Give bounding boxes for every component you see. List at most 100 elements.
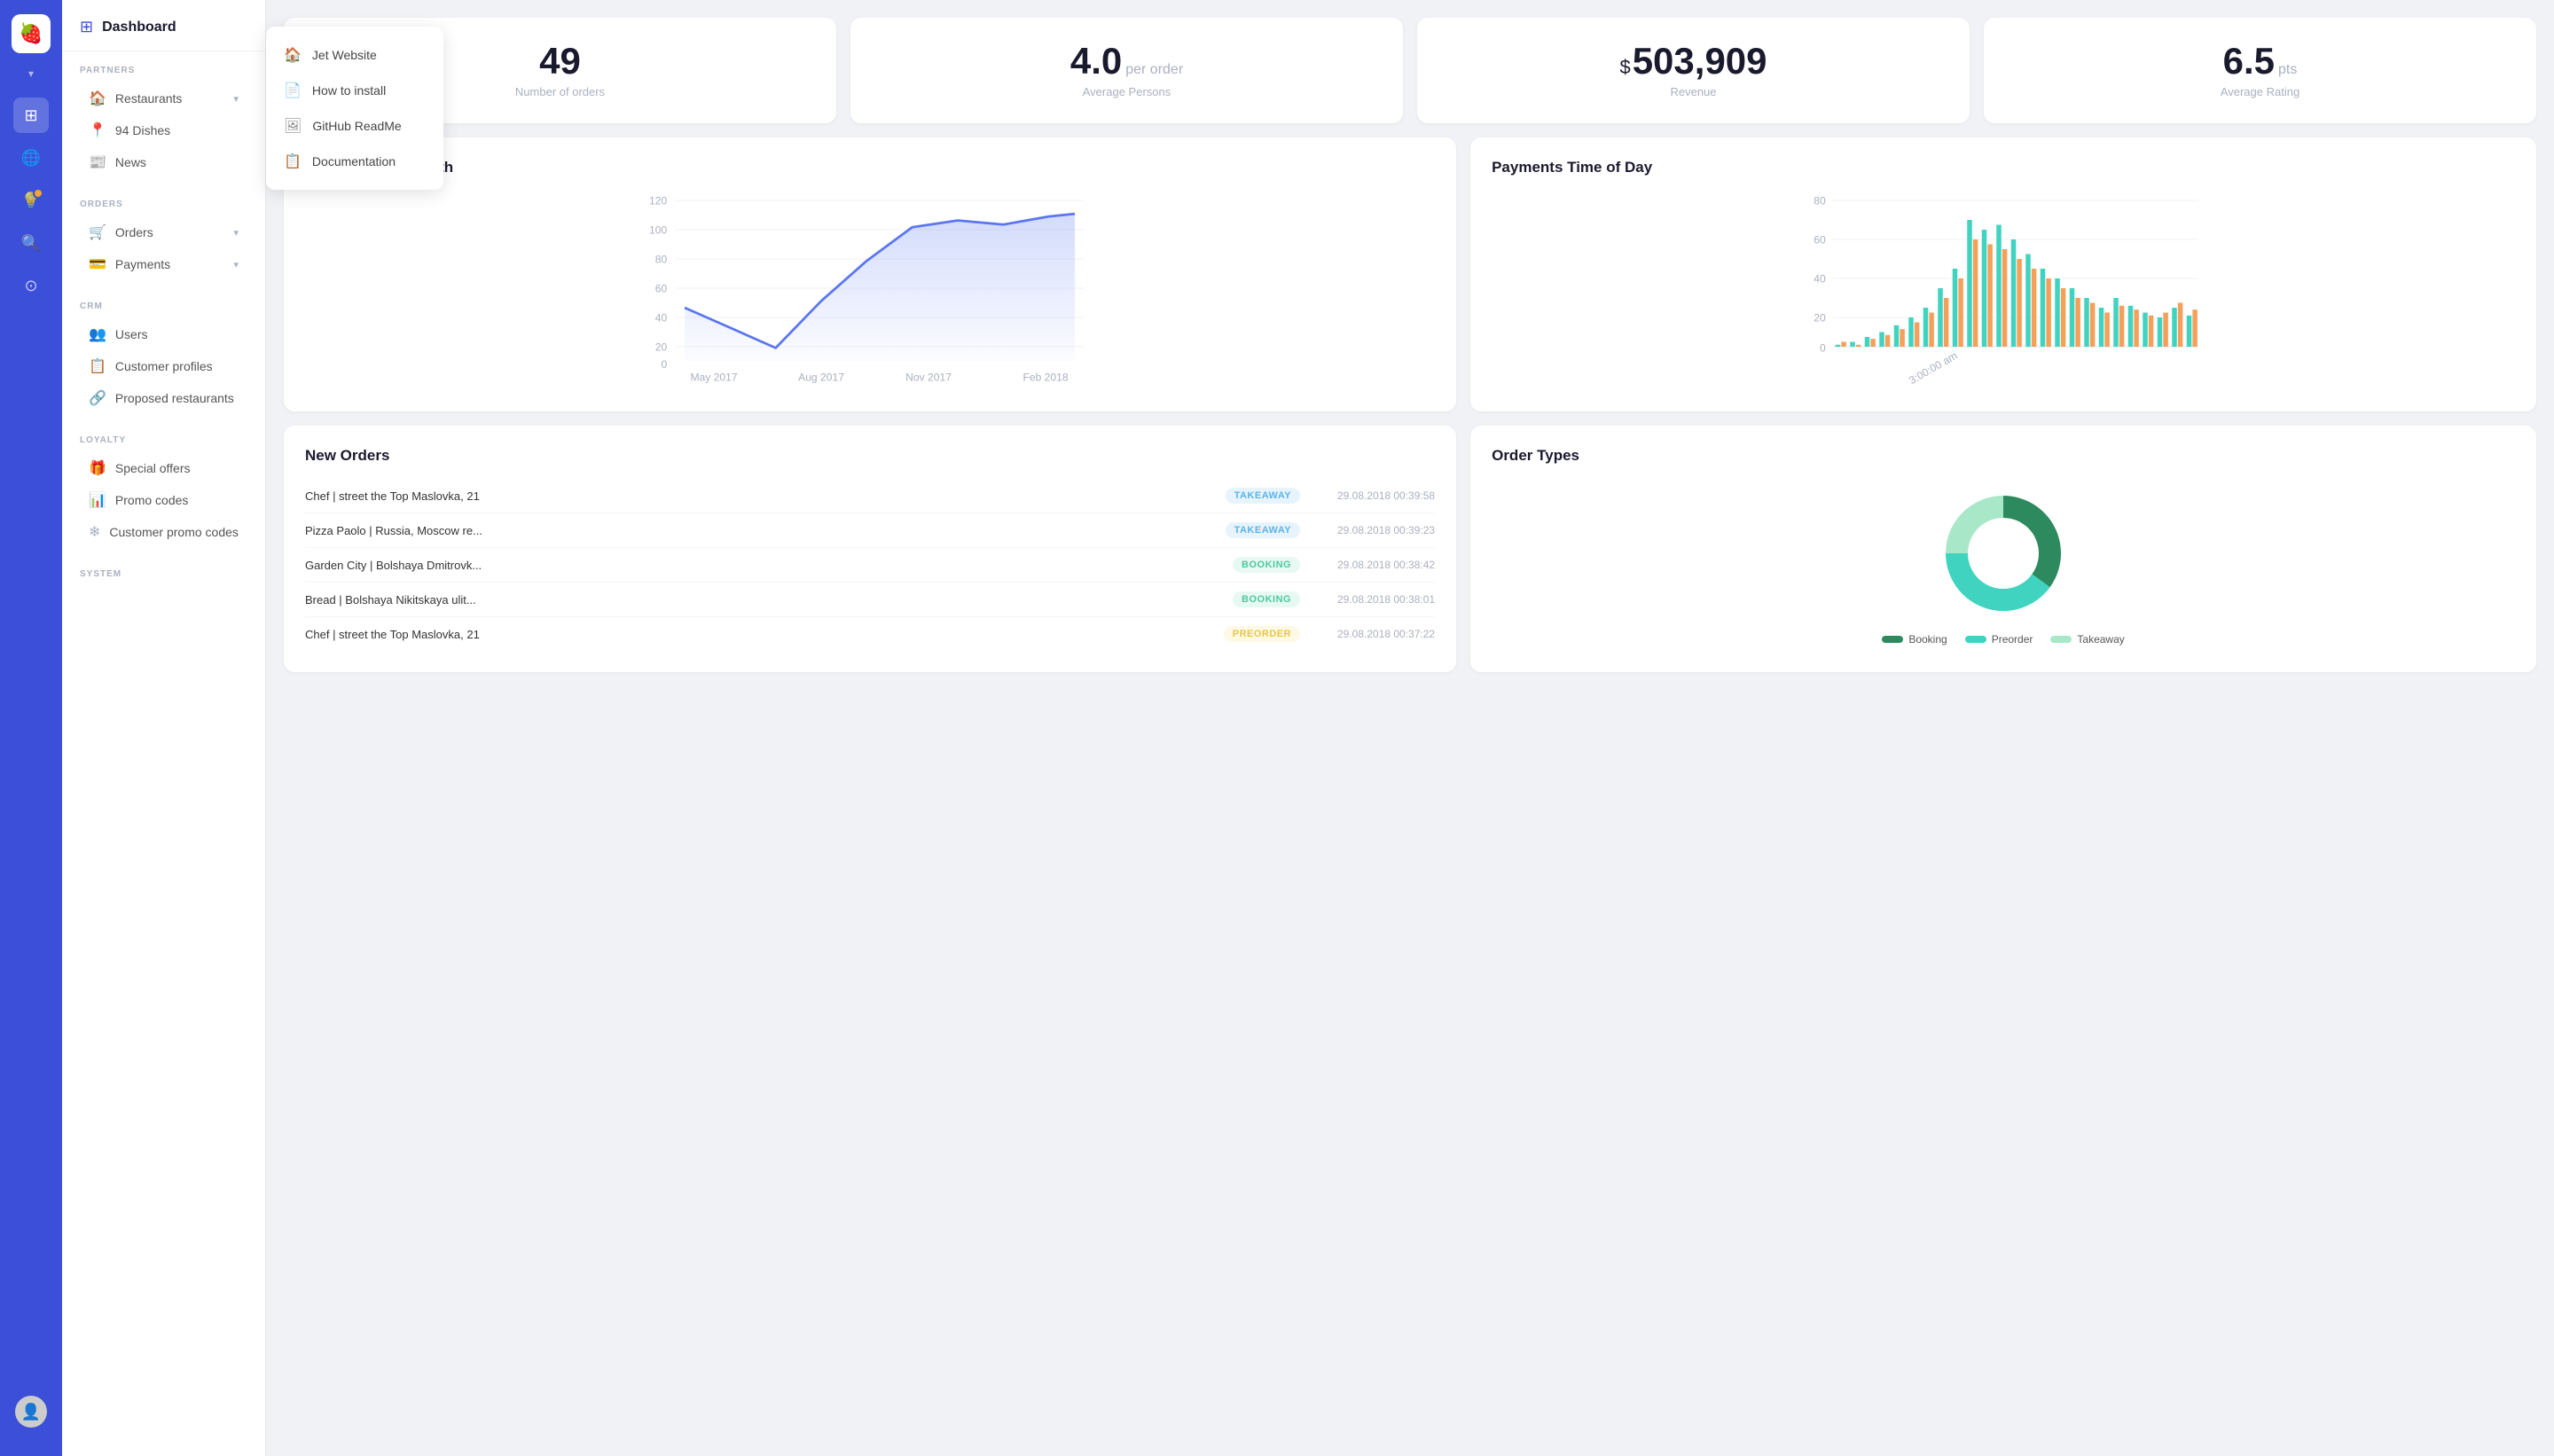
payments-per-month-chart: 120 100 80 60 40 20 0 [305, 191, 1435, 386]
svg-text:80: 80 [1814, 194, 1826, 207]
payments-per-month-title: Payments per Month [305, 159, 1435, 176]
sidebar-section-orders: ORDERS 🛒 Orders ▾ 💳 Payments ▾ [62, 185, 265, 287]
order-name-2: Pizza Paolo | Russia, Moscow re... [305, 524, 1215, 537]
rating-label: Average Rating [2221, 85, 2299, 98]
revenue-prefix: $ [1619, 56, 1630, 79]
rating-number: 6.5 [2223, 43, 2275, 80]
svg-text:3:00:00 am: 3:00:00 am [1907, 349, 1959, 387]
orders-label-stat: Number of orders [515, 85, 605, 98]
order-badge-1: TAKEAWAY [1226, 488, 1301, 504]
order-time-1: 29.08.2018 00:39:58 [1311, 489, 1435, 502]
orders-number: 49 [539, 43, 581, 80]
new-orders-card: New Orders Chef | street the Top Maslovk… [284, 426, 1456, 672]
dishes-label: 94 Dishes [115, 123, 170, 137]
takeaway-label: Takeaway [2077, 633, 2124, 646]
svg-text:Aug 2017: Aug 2017 [798, 372, 844, 384]
news-label: News [115, 155, 146, 169]
revenue-label: Revenue [1670, 85, 1716, 98]
payments-time-title: Payments Time of Day [1492, 159, 2515, 176]
order-badge-3: BOOKING [1233, 557, 1300, 573]
sidebar-header: ⊞ Dashboard [62, 0, 265, 51]
payments-chevron-icon: ▾ [233, 259, 239, 270]
bottom-row: New Orders Chef | street the Top Maslovk… [284, 426, 2536, 672]
rail-toggle-icon[interactable]: ⊙ [13, 268, 49, 303]
app-logo: 🍓 [12, 14, 51, 53]
sidebar-item-customer-promo[interactable]: ❄ Customer promo codes [80, 516, 247, 548]
legend-preorder: Preorder [1965, 633, 2033, 646]
rail-alert-icon[interactable]: 💡 [13, 183, 49, 218]
sidebar-item-users[interactable]: 👥 Users [80, 318, 247, 350]
order-name-4: Bread | Bolshaya Nikitskaya ulit... [305, 593, 1222, 607]
svg-text:60: 60 [1814, 233, 1826, 246]
promo-codes-icon: 📊 [89, 491, 106, 509]
sidebar-item-orders[interactable]: 🛒 Orders ▾ [80, 216, 247, 248]
svg-text:20: 20 [655, 341, 668, 353]
proposed-restaurants-icon: 🔗 [89, 389, 106, 407]
sidebar-section-loyalty: LOYALTY 🎁 Special offers 📊 Promo codes ❄… [62, 421, 265, 555]
sidebar-item-dishes[interactable]: 📍 94 Dishes [80, 114, 247, 146]
svg-text:0: 0 [1820, 342, 1826, 355]
svg-text:Feb 2018: Feb 2018 [1022, 372, 1068, 384]
order-types-legend: Booking Preorder Takeaway [1882, 633, 2124, 646]
order-types-donut [1932, 482, 2074, 624]
rail-dashboard-icon[interactable]: ⊞ [13, 98, 49, 133]
sidebar-section-crm: CRM 👥 Users 📋 Customer profiles 🔗 Propos… [62, 287, 265, 421]
restaurants-icon: 🏠 [89, 90, 106, 107]
svg-text:20: 20 [1814, 311, 1826, 324]
crm-label: CRM [80, 301, 247, 311]
order-types-card: Order Types [1470, 426, 2536, 672]
sidebar-section-system: SYSTEM [62, 555, 265, 593]
partners-label: PARTNERS [80, 66, 247, 75]
icon-rail: 🍓 ▾ ⊞ 🌐 💡 🔍 ⊙ 👤 [0, 0, 62, 1456]
customer-profiles-label: Customer profiles [115, 359, 213, 373]
preorder-label: Preorder [1992, 633, 2033, 646]
svg-text:80: 80 [655, 253, 668, 265]
legend-takeaway: Takeaway [2050, 633, 2124, 646]
payments-icon: 💳 [89, 255, 106, 273]
restaurants-label: Restaurants [115, 91, 182, 106]
new-orders-title: New Orders [305, 447, 1435, 465]
special-offers-icon: 🎁 [89, 459, 106, 477]
order-types-title: Order Types [1492, 447, 1579, 465]
persons-sub: per order [1125, 62, 1183, 78]
order-row-4: Bread | Bolshaya Nikitskaya ulit... BOOK… [305, 583, 1435, 617]
sidebar-item-payments[interactable]: 💳 Payments ▾ [80, 248, 247, 280]
orders-label: Orders [115, 225, 153, 239]
svg-text:100: 100 [649, 223, 667, 236]
loyalty-label: LOYALTY [80, 435, 247, 445]
preorder-dot [1965, 636, 1986, 643]
sidebar-section-partners: PARTNERS 🏠 Restaurants ▾ 📍 94 Dishes 📰 N… [62, 51, 265, 185]
revenue-number: 503,909 [1633, 43, 1767, 80]
order-row-5: Chef | street the Top Maslovka, 21 PREOR… [305, 617, 1435, 651]
svg-text:0: 0 [662, 358, 668, 371]
news-icon: 📰 [89, 153, 106, 171]
payments-time-of-day-card: Payments Time of Day 80 60 40 20 0 [1470, 137, 2536, 411]
order-badge-4: BOOKING [1233, 591, 1300, 607]
order-time-4: 29.08.2018 00:38:01 [1311, 593, 1435, 606]
stat-card-persons: 4.0 per order Average Persons [850, 18, 1403, 123]
orders-icon: 🛒 [89, 223, 106, 241]
booking-label: Booking [1908, 633, 1947, 646]
svg-text:May 2017: May 2017 [690, 372, 737, 384]
rail-search-icon[interactable]: 🔍 [13, 225, 49, 261]
rail-chevron-icon[interactable]: ▾ [28, 67, 34, 80]
sidebar-item-proposed-restaurants[interactable]: 🔗 Proposed restaurants [80, 382, 247, 414]
sidebar-item-promo-codes[interactable]: 📊 Promo codes [80, 484, 247, 516]
sidebar-item-restaurants[interactable]: 🏠 Restaurants ▾ [80, 82, 247, 114]
svg-text:40: 40 [1814, 272, 1826, 285]
sidebar-item-special-offers[interactable]: 🎁 Special offers [80, 452, 247, 484]
stat-card-rating: 6.5 pts Average Rating [1984, 18, 2536, 123]
rail-globe-icon[interactable]: 🌐 [13, 140, 49, 176]
order-time-2: 29.08.2018 00:39:23 [1311, 524, 1435, 536]
order-name-1: Chef | street the Top Maslovka, 21 [305, 489, 1215, 503]
special-offers-label: Special offers [115, 461, 191, 475]
charts-row: Payments per Month 120 100 80 60 40 20 0 [284, 137, 2536, 411]
sidebar-item-customer-profiles[interactable]: 📋 Customer profiles [80, 350, 247, 382]
rail-avatar[interactable]: 👤 [15, 1396, 47, 1428]
proposed-restaurants-label: Proposed restaurants [115, 391, 234, 405]
main-content: 49 Number of orders 4.0 per order Averag… [266, 0, 2554, 1456]
order-name-3: Garden City | Bolshaya Dmitrovk... [305, 559, 1222, 572]
users-icon: 👥 [89, 325, 106, 343]
sidebar: ⊞ Dashboard 🏠 Jet Website 📄 How to insta… [62, 0, 266, 1456]
sidebar-item-news[interactable]: 📰 News [80, 146, 247, 178]
